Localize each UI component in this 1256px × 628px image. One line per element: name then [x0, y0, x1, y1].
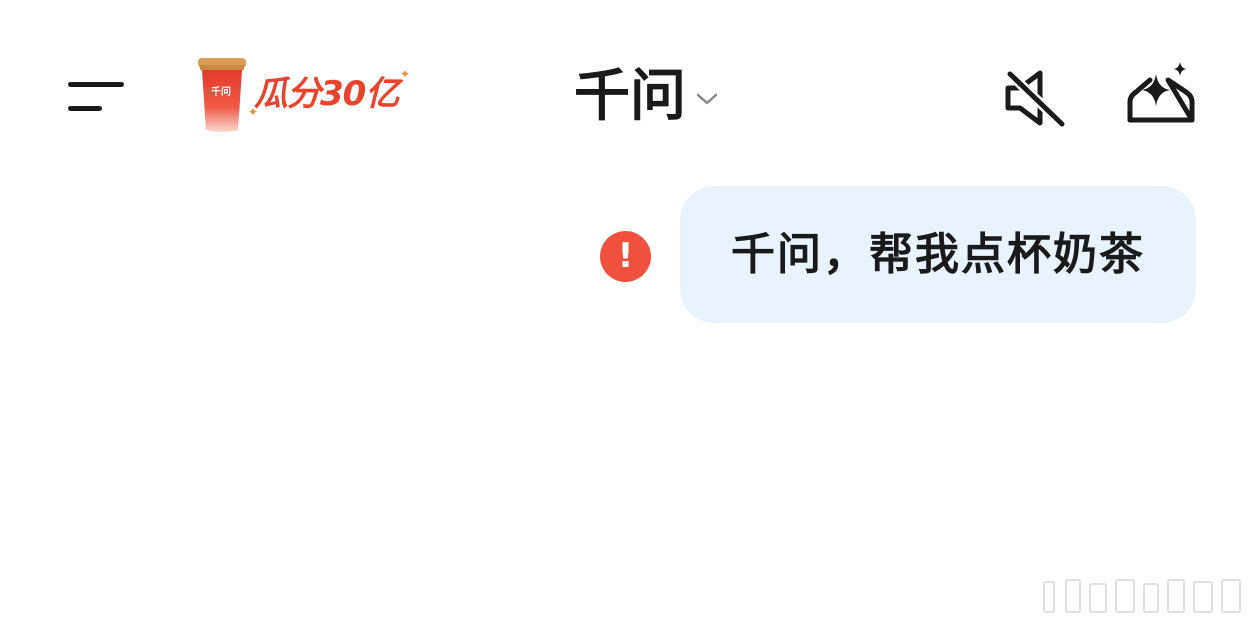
chevron-down-icon — [696, 93, 718, 105]
watermark-logo — [1043, 579, 1241, 613]
speaker-muted-icon — [1005, 69, 1067, 129]
promo-text: 瓜分30亿 — [254, 74, 399, 114]
user-message-bubble[interactable]: 千问，帮我点杯奶茶 — [680, 186, 1196, 323]
page-title: 千问 — [574, 64, 686, 129]
menu-button[interactable] — [60, 76, 130, 118]
new-chat-sparkle-icon — [1127, 62, 1195, 123]
cup-brand-label: 千问 — [211, 87, 231, 98]
new-chat-button[interactable] — [1124, 60, 1198, 130]
sparkle-icon: ✦ — [400, 67, 411, 81]
chat-screen: 千问 ✦ 瓜分30亿 ✦ 千问 ! 千问，帮我点杯奶茶 — [0, 0, 1256, 628]
model-title-selector[interactable]: 千问 — [574, 62, 718, 132]
user-message-text: 千问，帮我点杯奶茶 — [731, 228, 1145, 280]
error-icon[interactable]: ! — [600, 231, 651, 282]
mute-button[interactable] — [1000, 66, 1070, 130]
menu-icon — [68, 82, 124, 111]
promo-banner[interactable]: 千问 ✦ 瓜分30亿 ✦ — [196, 56, 426, 136]
